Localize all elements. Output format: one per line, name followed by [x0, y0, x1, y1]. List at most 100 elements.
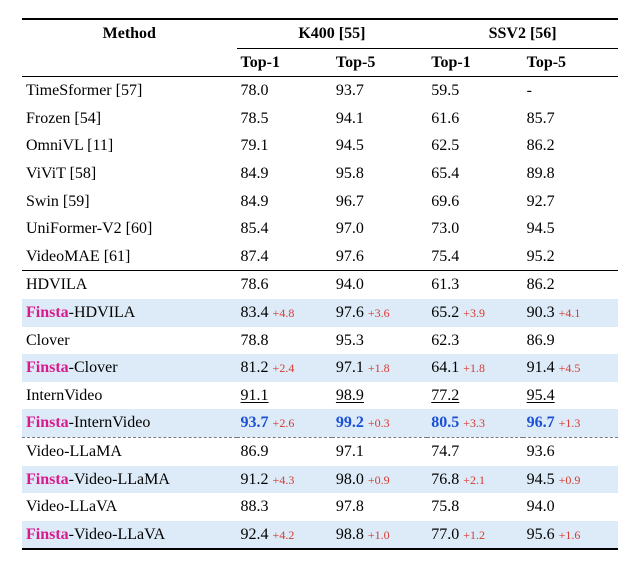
table-row: Swin [59]84.996.769.692.7: [22, 188, 618, 216]
value: 95.8: [336, 165, 364, 182]
method-cell: Video-LLaVA: [22, 493, 237, 521]
value: 92.4: [241, 526, 269, 543]
value: 95.3: [336, 332, 364, 349]
table-row: HDVILA78.694.061.386.2: [22, 271, 618, 299]
value-cell: 93.7: [332, 77, 427, 105]
col-k400-top5: Top-5: [332, 48, 427, 77]
value: 75.4: [431, 248, 459, 265]
value: 80.5: [431, 414, 459, 431]
value-cell: 97.8: [332, 493, 427, 521]
finsta-label: Finsta: [26, 304, 69, 321]
col-k400-top1: Top-1: [237, 48, 332, 77]
value: 77.2: [431, 387, 459, 404]
value: 93.7: [336, 82, 364, 99]
value: 91.2: [241, 471, 269, 488]
table-row: Clover78.895.362.386.9: [22, 327, 618, 355]
delta: +3.6: [364, 306, 390, 320]
value: 97.6: [336, 248, 364, 265]
value-cell: 95.6+1.6: [523, 521, 618, 550]
value: 95.6: [527, 526, 555, 543]
value-cell: 76.8+2.1: [427, 466, 522, 494]
delta: +4.3: [269, 473, 295, 487]
value-cell: 84.9: [237, 160, 332, 188]
value: 97.1: [336, 443, 364, 460]
value: 64.1: [431, 359, 459, 376]
value-cell: 80.5+3.3: [427, 409, 522, 437]
delta: +2.4: [269, 361, 295, 375]
method-cell: Finsta-HDVILA: [22, 299, 237, 327]
value: 88.3: [241, 498, 269, 515]
method-cell: OmniVL [11]: [22, 132, 237, 160]
delta: +4.2: [269, 528, 295, 542]
value-cell: 84.9: [237, 188, 332, 216]
method-cell: ViViT [58]: [22, 160, 237, 188]
value: 92.7: [527, 193, 555, 210]
value: 61.3: [431, 276, 459, 293]
delta: +4.8: [269, 306, 295, 320]
value: 97.0: [336, 220, 364, 237]
value: 86.2: [527, 137, 555, 154]
method-cell: Finsta-Video-LLaVA: [22, 521, 237, 550]
value-cell: 94.1: [332, 105, 427, 133]
method-cell: Video-LLaMA: [22, 437, 237, 465]
value: 78.8: [241, 332, 269, 349]
method-cell: TimeSformer [57]: [22, 77, 237, 105]
value-cell: 85.4: [237, 215, 332, 243]
value-cell: 87.4: [237, 243, 332, 271]
value: 98.0: [336, 471, 364, 488]
table-row: OmniVL [11]79.194.562.586.2: [22, 132, 618, 160]
value-cell: 91.1: [237, 382, 332, 410]
col-ssv2-top1: Top-1: [427, 48, 522, 77]
value: 78.5: [241, 110, 269, 127]
value-cell: 65.2+3.9: [427, 299, 522, 327]
value-cell: 92.4+4.2: [237, 521, 332, 550]
finsta-label: Finsta: [26, 414, 69, 431]
finsta-label: Finsta: [26, 526, 69, 543]
value: 94.0: [527, 498, 555, 515]
value-cell: 94.0: [332, 271, 427, 299]
delta: +3.3: [459, 416, 485, 430]
method-cell: Finsta-InternVideo: [22, 409, 237, 437]
delta: +1.8: [459, 361, 485, 375]
value: 86.9: [241, 443, 269, 460]
value-cell: 61.3: [427, 271, 522, 299]
delta: +0.9: [555, 473, 581, 487]
value-cell: 61.6: [427, 105, 522, 133]
value-cell: 89.8: [523, 160, 618, 188]
table-body: TimeSformer [57]78.093.759.5-Frozen [54]…: [22, 77, 618, 550]
value-cell: 93.7+2.6: [237, 409, 332, 437]
value: 65.4: [431, 165, 459, 182]
value: 89.8: [527, 165, 555, 182]
value-cell: 95.8: [332, 160, 427, 188]
delta: +2.1: [459, 473, 485, 487]
value: 61.6: [431, 110, 459, 127]
table-row: Finsta-InternVideo93.7+2.699.2+0.380.5+3…: [22, 409, 618, 437]
value-cell: 65.4: [427, 160, 522, 188]
value-cell: 97.6+3.6: [332, 299, 427, 327]
value-cell: -: [523, 77, 618, 105]
delta: +0.9: [364, 473, 390, 487]
table-row: Finsta-Video-LLaMA91.2+4.398.0+0.976.8+2…: [22, 466, 618, 494]
value-cell: 85.7: [523, 105, 618, 133]
value: 83.4: [241, 304, 269, 321]
value-cell: 88.3: [237, 493, 332, 521]
value-cell: 94.0: [523, 493, 618, 521]
value-cell: 75.8: [427, 493, 522, 521]
finsta-label: Finsta: [26, 359, 69, 376]
value-cell: 96.7: [332, 188, 427, 216]
table-row: Video-LLaMA86.997.174.793.6: [22, 437, 618, 465]
value-cell: 90.3+4.1: [523, 299, 618, 327]
value-cell: 99.2+0.3: [332, 409, 427, 437]
value-cell: 98.8+1.0: [332, 521, 427, 550]
method-cell: HDVILA: [22, 271, 237, 299]
value-cell: 98.0+0.9: [332, 466, 427, 494]
col-ssv2: SSV2 [56]: [427, 19, 618, 48]
value: 84.9: [241, 165, 269, 182]
value-cell: 78.6: [237, 271, 332, 299]
value-cell: 75.4: [427, 243, 522, 271]
delta: +1.6: [555, 528, 581, 542]
method-cell: Finsta-Clover: [22, 354, 237, 382]
value: 91.1: [241, 387, 269, 404]
value: 86.9: [527, 332, 555, 349]
value-cell: 97.1+1.8: [332, 354, 427, 382]
